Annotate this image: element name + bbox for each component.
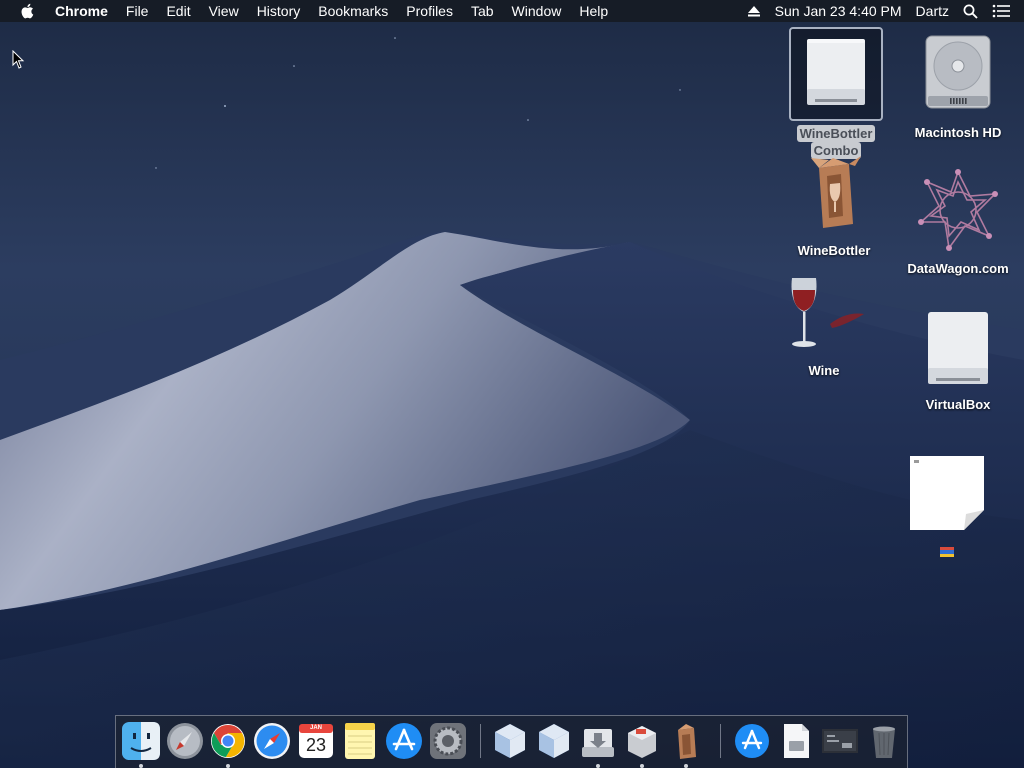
dock-separator	[720, 724, 721, 758]
blank-document-icon	[908, 454, 986, 532]
dock-running-indicator	[139, 764, 143, 768]
desktop-icon-label: DataWagon.com	[907, 261, 1009, 276]
datawagon-logo-icon	[915, 168, 1001, 252]
dock-running-indicator	[226, 764, 230, 768]
desktop-icon-virtualbox[interactable]: VirtualBox	[906, 306, 1010, 413]
dock-system-preferences-icon[interactable]	[428, 721, 468, 761]
menu-view[interactable]: View	[200, 0, 248, 22]
dock-screenshot-icon[interactable]	[820, 721, 860, 761]
menu-help[interactable]: Help	[570, 0, 617, 22]
dock-launchpad-icon[interactable]	[165, 721, 205, 761]
dock-calendar-month: JAN	[309, 725, 322, 731]
dock-running-indicator	[640, 764, 644, 768]
desktop-icon-label: VirtualBox	[925, 397, 991, 412]
desktop-icon-winebottler-combo[interactable]: WineBottler Combo	[786, 27, 886, 159]
dock-virtualbox-manager-icon[interactable]	[534, 721, 574, 761]
dock-document-icon[interactable]	[776, 721, 816, 761]
internal-hard-drive-icon	[918, 30, 998, 116]
dock-safari-icon[interactable]	[252, 721, 292, 761]
menu-clock[interactable]: Sun Jan 23 4:40 PM	[768, 0, 909, 22]
menu-bar-extras: Sun Jan 23 4:40 PM Dartz	[740, 0, 1024, 22]
dock-disk-installer-icon[interactable]	[578, 721, 618, 768]
dock-running-indicator	[596, 764, 600, 768]
desktop-icon-label: WineBottler	[796, 125, 876, 142]
dock-calendar-icon[interactable]: JAN 23	[296, 721, 336, 761]
apple-logo-icon[interactable]	[19, 2, 37, 20]
mouse-pointer-icon	[12, 50, 25, 69]
dock-notes-icon[interactable]	[340, 721, 380, 761]
dock-finder-icon[interactable]	[121, 721, 161, 768]
desktop-icon-label: Macintosh HD	[914, 125, 1002, 140]
dock-applications-folder-icon[interactable]	[732, 721, 772, 761]
flag-icon	[940, 547, 954, 557]
spotlight-search-icon[interactable]	[956, 4, 985, 19]
notification-center-icon[interactable]	[985, 4, 1024, 18]
menu-file[interactable]: File	[117, 0, 158, 22]
menu-tab[interactable]: Tab	[462, 0, 503, 22]
dock-trash-icon[interactable]	[864, 721, 904, 761]
menu-user[interactable]: Dartz	[909, 0, 956, 22]
dock-winebottler-icon[interactable]	[666, 721, 706, 768]
menu-window[interactable]: Window	[503, 0, 571, 22]
desktop-icon-wine[interactable]: Wine	[776, 272, 872, 379]
dock-running-indicator	[684, 764, 688, 768]
dock: JAN 23	[115, 715, 908, 768]
desktop-icon-datawagon[interactable]: DataWagon.com	[900, 168, 1016, 277]
dock-installer-icon[interactable]	[622, 721, 662, 768]
menu-bookmarks[interactable]: Bookmarks	[309, 0, 397, 22]
dock-calendar-day: 23	[305, 735, 327, 755]
wine-app-icon	[782, 272, 866, 356]
dock-app-store-icon[interactable]	[384, 721, 424, 761]
menu-profiles[interactable]: Profiles	[397, 0, 462, 22]
dock-virtualbox-icon[interactable]	[490, 721, 530, 761]
desktop-icon-winebottler[interactable]: WineBottler	[784, 154, 884, 259]
menu-history[interactable]: History	[248, 0, 310, 22]
menu-app-name[interactable]: Chrome	[46, 0, 117, 22]
desktop-icon-document[interactable]	[906, 454, 988, 561]
eject-icon[interactable]	[740, 5, 768, 17]
desktop-icon-label: WineBottler	[797, 243, 871, 258]
disk-image-volume-icon	[918, 306, 998, 390]
dock-separator	[480, 724, 481, 758]
menu-edit[interactable]: Edit	[157, 0, 199, 22]
winebottler-app-icon	[799, 154, 869, 232]
desktop-icon-macintosh-hd[interactable]: Macintosh HD	[906, 30, 1010, 141]
desktop-icon-badge	[906, 544, 988, 561]
desktop-icon-label: Wine	[808, 363, 840, 378]
dock-chrome-icon[interactable]	[208, 721, 248, 768]
disk-image-volume-icon	[789, 27, 883, 121]
menu-bar: Chrome File Edit View History Bookmarks …	[0, 0, 1024, 22]
